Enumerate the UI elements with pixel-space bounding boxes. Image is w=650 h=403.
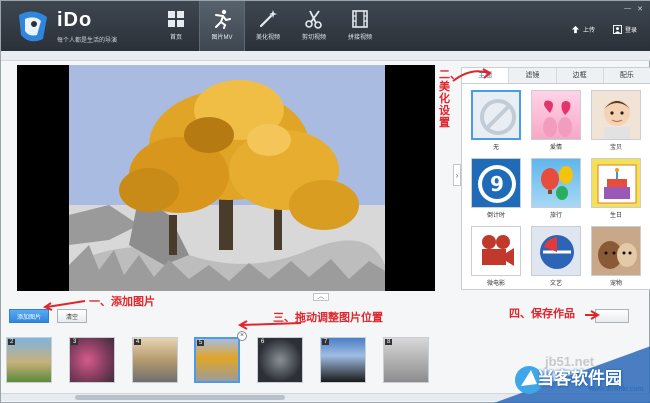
annotation-arrows xyxy=(42,68,601,330)
annotation-step4: 四、保存作品 xyxy=(509,308,575,320)
annotation-step1: 一、添加图片 xyxy=(89,296,155,308)
watermark: jb51.net 当客软件园 www.downkr.com xyxy=(491,346,650,403)
watermark-url: www.downkr.com xyxy=(589,386,644,393)
app-window: iDo 每个人都是生活的导演 首页 图片MV 美化视频 剪切视频 拼接视频 — … xyxy=(0,0,650,403)
annotation-step2: 二、美化设置 xyxy=(439,69,461,129)
annotation-step3: 三、拖动调整图片位置 xyxy=(273,312,383,324)
